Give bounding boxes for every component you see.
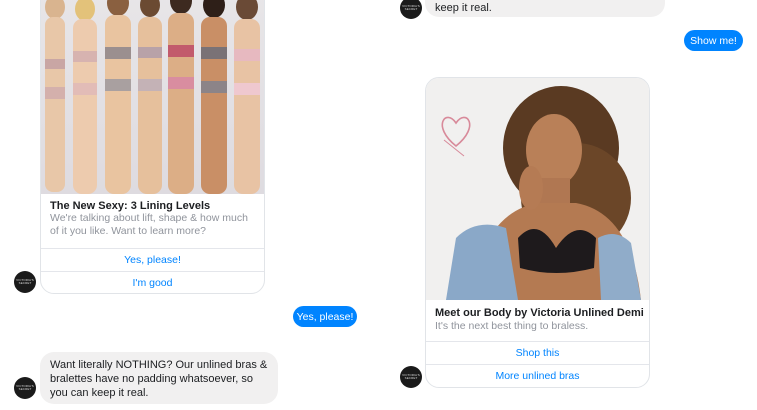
brand-avatar-icon: VICTORIA'S SECRET (400, 366, 422, 388)
bot-message-tail-text: keep it real. (435, 2, 492, 14)
bot-message-unlined: Want literally NOTHING? Our unlined bras… (40, 352, 278, 404)
yes-please-button[interactable]: Yes, please! (41, 248, 264, 271)
product-card-lining-levels: The New Sexy: 3 Lining Levels We're talk… (40, 0, 265, 294)
card-image-models-group[interactable] (41, 0, 264, 194)
card-title: Meet our Body by Victoria Unlined Demi (435, 307, 644, 319)
more-unlined-bras-button[interactable]: More unlined bras (426, 364, 649, 387)
card-subtitle: It's the next best thing to braless. (435, 320, 589, 332)
card-title: The New Sexy: 3 Lining Levels (50, 200, 211, 212)
shop-this-button[interactable]: Shop this (426, 341, 649, 364)
card-image-model[interactable] (426, 78, 649, 300)
user-reply-show-me: Show me! (684, 30, 743, 51)
brand-avatar-icon: VICTORIA'S SECRET (14, 377, 36, 399)
brand-avatar-icon: VICTORIA'S SECRET (400, 0, 422, 19)
card-subtitle: We're talking about lift, shape & how mu… (50, 212, 248, 237)
bot-message-tail: keep it real. (425, 0, 665, 17)
user-reply-yes-please: Yes, please! (293, 306, 357, 327)
im-good-button[interactable]: I'm good (41, 271, 264, 293)
product-card-unlined-demi: Meet our Body by Victoria Unlined Demi I… (425, 77, 650, 388)
brand-avatar-icon: VICTORIA'S SECRET (14, 271, 36, 293)
